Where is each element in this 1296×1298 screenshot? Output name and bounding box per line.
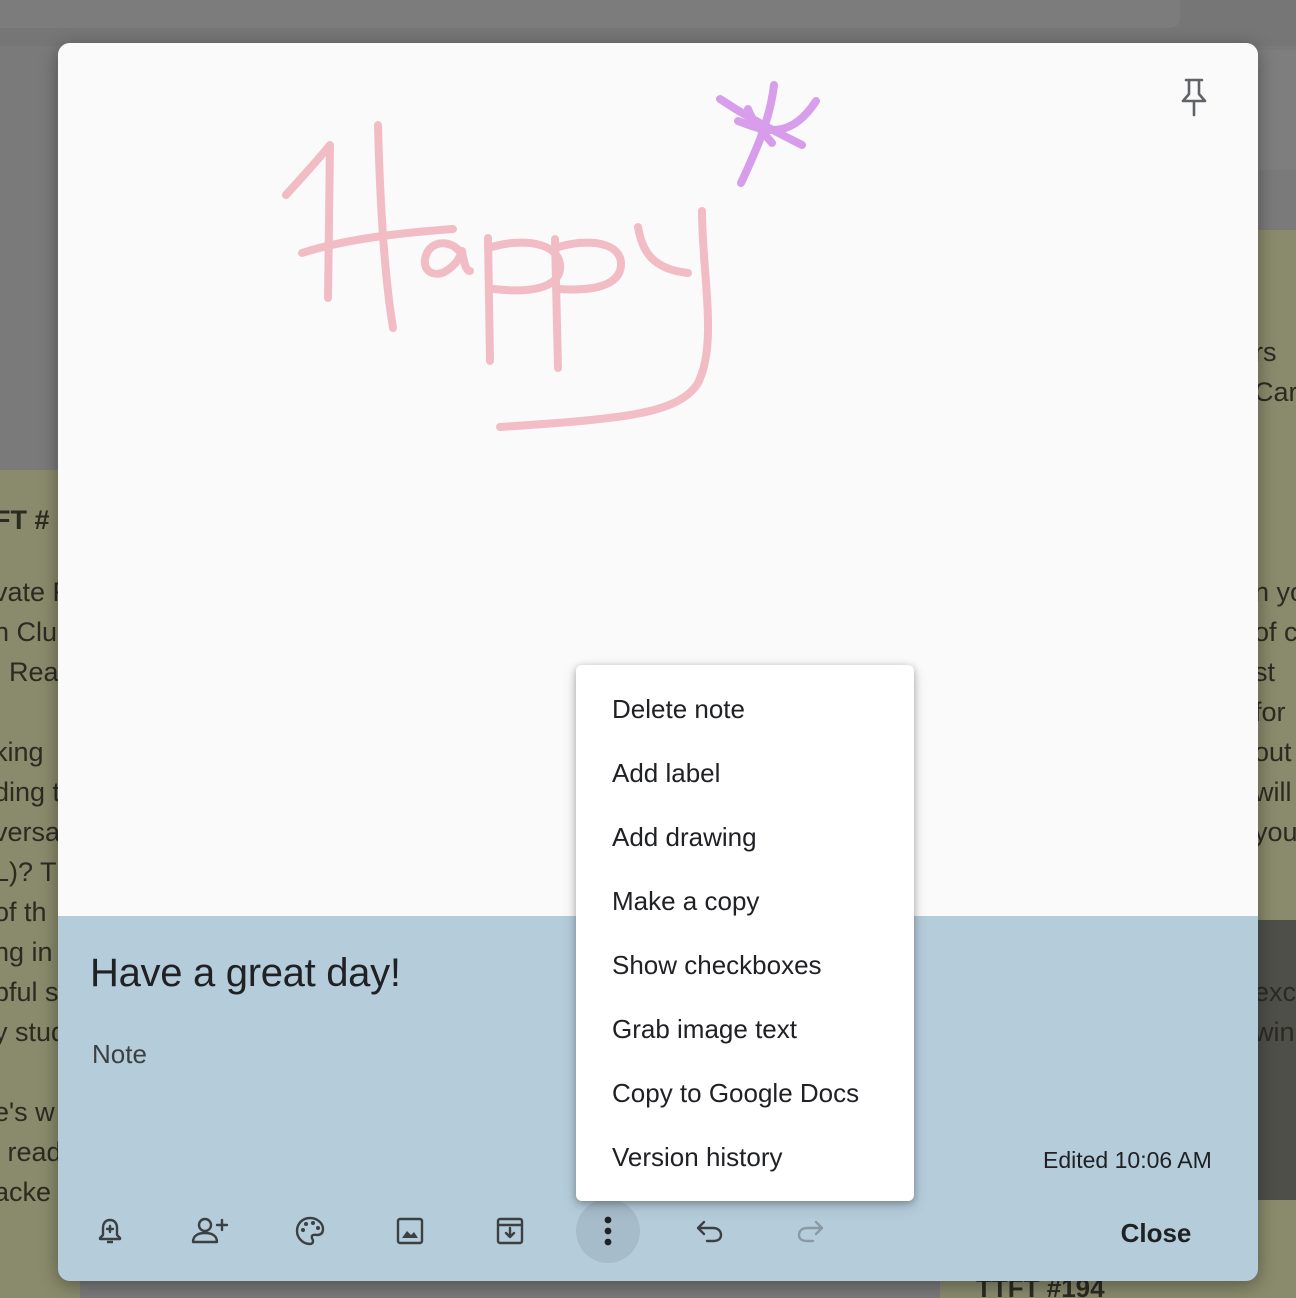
add-image-icon: [396, 1217, 424, 1245]
note-body[interactable]: Note: [92, 1039, 147, 1070]
background-note-text: ng in: [0, 937, 53, 967]
menu-item-delete-note[interactable]: Delete note: [576, 677, 914, 741]
undo-icon: [696, 1220, 723, 1243]
note-title[interactable]: Have a great day!: [90, 951, 401, 996]
background-note-text: versa: [0, 817, 61, 847]
more-options-menu: Delete note Add label Add drawing Make a…: [576, 665, 914, 1201]
background-note-text: L)? T: [0, 857, 57, 887]
palette-icon: [295, 1216, 325, 1246]
pin-icon: [1181, 78, 1207, 117]
redo-button[interactable]: [778, 1199, 842, 1263]
background-options-button[interactable]: [278, 1199, 342, 1263]
background-note-text: of c: [1254, 617, 1296, 647]
note-toolbar: Close: [58, 1199, 1258, 1269]
menu-item-copy-to-google-docs[interactable]: Copy to Google Docs: [576, 1061, 914, 1125]
menu-item-add-label[interactable]: Add label: [576, 741, 914, 805]
add-image-button[interactable]: [378, 1199, 442, 1263]
menu-item-add-drawing[interactable]: Add drawing: [576, 805, 914, 869]
more-icon: [604, 1216, 612, 1246]
menu-item-version-history[interactable]: Version history: [576, 1125, 914, 1189]
background-topbar: [0, 0, 1296, 46]
background-note-text: will: [1254, 777, 1292, 807]
background-note-text: you: [1254, 817, 1296, 847]
background-note-text: acke: [0, 1177, 52, 1207]
background-note-text: e's w: [0, 1097, 55, 1127]
pin-note-button[interactable]: [1178, 77, 1218, 125]
redo-icon: [797, 1220, 824, 1243]
background-note-text: n yo: [1254, 577, 1296, 607]
background-note-text: FT #: [0, 505, 50, 535]
more-button[interactable]: [576, 1199, 640, 1263]
background-note-text: y stud: [0, 1017, 67, 1047]
background-note-text: exc: [1254, 977, 1296, 1007]
background-note-text: of th: [0, 897, 47, 927]
background-note-text: l read: [0, 1137, 62, 1167]
menu-item-show-checkboxes[interactable]: Show checkboxes: [576, 933, 914, 997]
background-note-text: . Rea: [0, 657, 59, 687]
collaborator-button[interactable]: [178, 1199, 242, 1263]
background-note-text: for: [1254, 697, 1286, 727]
edited-timestamp: Edited 10:06 AM: [1043, 1147, 1212, 1173]
background-note-text: out t: [1254, 737, 1296, 767]
archive-icon: [496, 1217, 524, 1245]
remind-me-icon: [98, 1218, 122, 1244]
menu-item-grab-image-text[interactable]: Grab image text: [576, 997, 914, 1061]
menu-item-make-a-copy[interactable]: Make a copy: [576, 869, 914, 933]
background-note-text: win: [1254, 1017, 1295, 1047]
background-note-text: king: [0, 737, 44, 767]
remind-me-button[interactable]: [78, 1199, 142, 1263]
collaborator-icon: [191, 1217, 229, 1244]
archive-button[interactable]: [478, 1199, 542, 1263]
background-note-text: ding t: [0, 777, 61, 807]
close-button[interactable]: Close: [1076, 1213, 1236, 1253]
background-note-text: Car: [1254, 377, 1296, 407]
undo-button[interactable]: [678, 1199, 742, 1263]
background-note-text: pful s: [0, 977, 59, 1007]
